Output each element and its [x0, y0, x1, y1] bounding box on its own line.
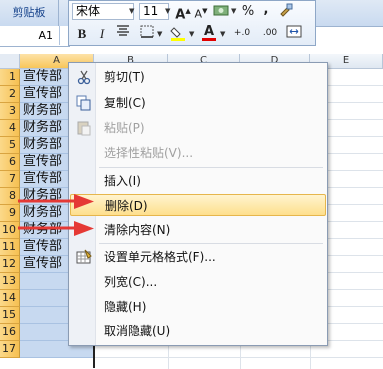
- row-header[interactable]: 3: [0, 103, 20, 120]
- menu-item-label: 复制(C): [104, 96, 146, 110]
- row-header[interactable]: 13: [0, 273, 20, 290]
- italic-button[interactable]: I: [95, 25, 109, 42]
- menu-item-cut[interactable]: 剪切(T): [70, 66, 326, 88]
- menu-item-paste[interactable]: 粘贴(P): [70, 117, 326, 139]
- red-arrow-icon: [18, 221, 94, 236]
- font-name-field[interactable]: 宋体: [72, 3, 134, 20]
- row-header[interactable]: 12: [0, 256, 20, 273]
- increase-decimal-button[interactable]: +.0: [231, 25, 253, 42]
- chevron-down-icon[interactable]: ▼: [129, 7, 134, 15]
- row-header[interactable]: 9: [0, 205, 20, 222]
- menu-item-label: 列宽(C)...: [104, 275, 158, 289]
- mini-toolbar: 宋体 ▼ 11 ▼ A▲ A▼ ▼ % , B I ▼ ▼ A ▼ +.0 .0…: [68, 0, 316, 46]
- row-header[interactable]: 7: [0, 171, 20, 188]
- format-cells-icon: [76, 249, 92, 265]
- formula-bar: A1: [0, 26, 70, 47]
- bold-button[interactable]: B: [75, 25, 89, 42]
- row-header[interactable]: 11: [0, 239, 20, 256]
- copy-icon: [76, 95, 92, 111]
- row-header[interactable]: 16: [0, 324, 20, 341]
- menu-separator: [99, 167, 323, 168]
- menu-item-unhide[interactable]: 取消隐藏(U): [70, 320, 326, 342]
- menu-item-copy[interactable]: 复制(C): [70, 92, 326, 114]
- select-all-corner[interactable]: [0, 54, 20, 69]
- row-header[interactable]: 8: [0, 188, 20, 205]
- row-header[interactable]: 4: [0, 120, 20, 137]
- red-arrow-icon: [18, 194, 94, 209]
- menu-item-insert[interactable]: 插入(I): [70, 170, 326, 192]
- grow-font-button[interactable]: A▲: [175, 3, 191, 22]
- font-color-icon[interactable]: A: [201, 23, 217, 41]
- row-header[interactable]: 1: [0, 69, 20, 86]
- chevron-down-icon[interactable]: ▼: [189, 30, 194, 38]
- shrink-font-button[interactable]: A▼: [193, 3, 209, 21]
- menu-item-label: 粘贴(P): [104, 121, 145, 135]
- menu-item-label: 清除内容(N): [104, 223, 171, 237]
- grid-line: [94, 357, 383, 358]
- borders-icon[interactable]: [139, 25, 155, 42]
- menu-item-label: 隐藏(H): [104, 300, 147, 314]
- menu-item-label: 插入(I): [104, 174, 141, 188]
- menu-item-format-cells[interactable]: 设置单元格格式(F)...: [70, 246, 326, 268]
- format-painter-icon[interactable]: [277, 3, 295, 20]
- paste-icon: [76, 120, 92, 136]
- row-header[interactable]: 17: [0, 341, 20, 358]
- scissors-icon: [76, 69, 92, 85]
- row-header[interactable]: 14: [0, 290, 20, 307]
- chevron-down-icon[interactable]: ▼: [220, 30, 225, 38]
- row-header[interactable]: 15: [0, 307, 20, 324]
- chevron-down-icon[interactable]: ▼: [231, 7, 236, 15]
- fill-color-icon[interactable]: [169, 25, 187, 42]
- menu-separator: [99, 243, 323, 244]
- row-header[interactable]: 5: [0, 137, 20, 154]
- name-box[interactable]: A1: [0, 26, 60, 45]
- merge-center-icon[interactable]: [285, 25, 303, 42]
- chevron-down-icon[interactable]: ▼: [165, 7, 170, 15]
- menu-item-delete[interactable]: 删除(D): [70, 194, 326, 216]
- menu-item-column-width[interactable]: 列宽(C)...: [70, 271, 326, 293]
- menu-item-hide[interactable]: 隐藏(H): [70, 296, 326, 318]
- menu-item-clear-contents[interactable]: 清除内容(N): [70, 219, 326, 241]
- align-center-icon[interactable]: [115, 25, 131, 42]
- chevron-down-icon[interactable]: ▼: [157, 30, 162, 38]
- menu-item-label: 删除(D): [105, 199, 148, 213]
- context-menu: 剪切(T) 复制(C) 粘贴(P) 选择性粘贴(V)... 插入(I) 删除(D…: [68, 62, 328, 346]
- percent-style-button[interactable]: %: [241, 3, 255, 20]
- clipboard-group-label: 剪贴板: [0, 0, 59, 26]
- menu-item-label: 选择性粘贴(V)...: [104, 146, 194, 160]
- row-header[interactable]: 2: [0, 86, 20, 103]
- row-header[interactable]: 6: [0, 154, 20, 171]
- decrease-decimal-button[interactable]: .00: [259, 25, 281, 42]
- currency-format-icon[interactable]: [212, 3, 230, 20]
- menu-item-label: 取消隐藏(U): [104, 324, 171, 338]
- comma-style-button[interactable]: ,: [259, 1, 273, 18]
- menu-item-label: 设置单元格格式(F)...: [104, 250, 216, 264]
- menu-item-label: 剪切(T): [104, 70, 145, 84]
- row-header[interactable]: 10: [0, 222, 20, 239]
- menu-item-paste-special[interactable]: 选择性粘贴(V)...: [70, 142, 326, 164]
